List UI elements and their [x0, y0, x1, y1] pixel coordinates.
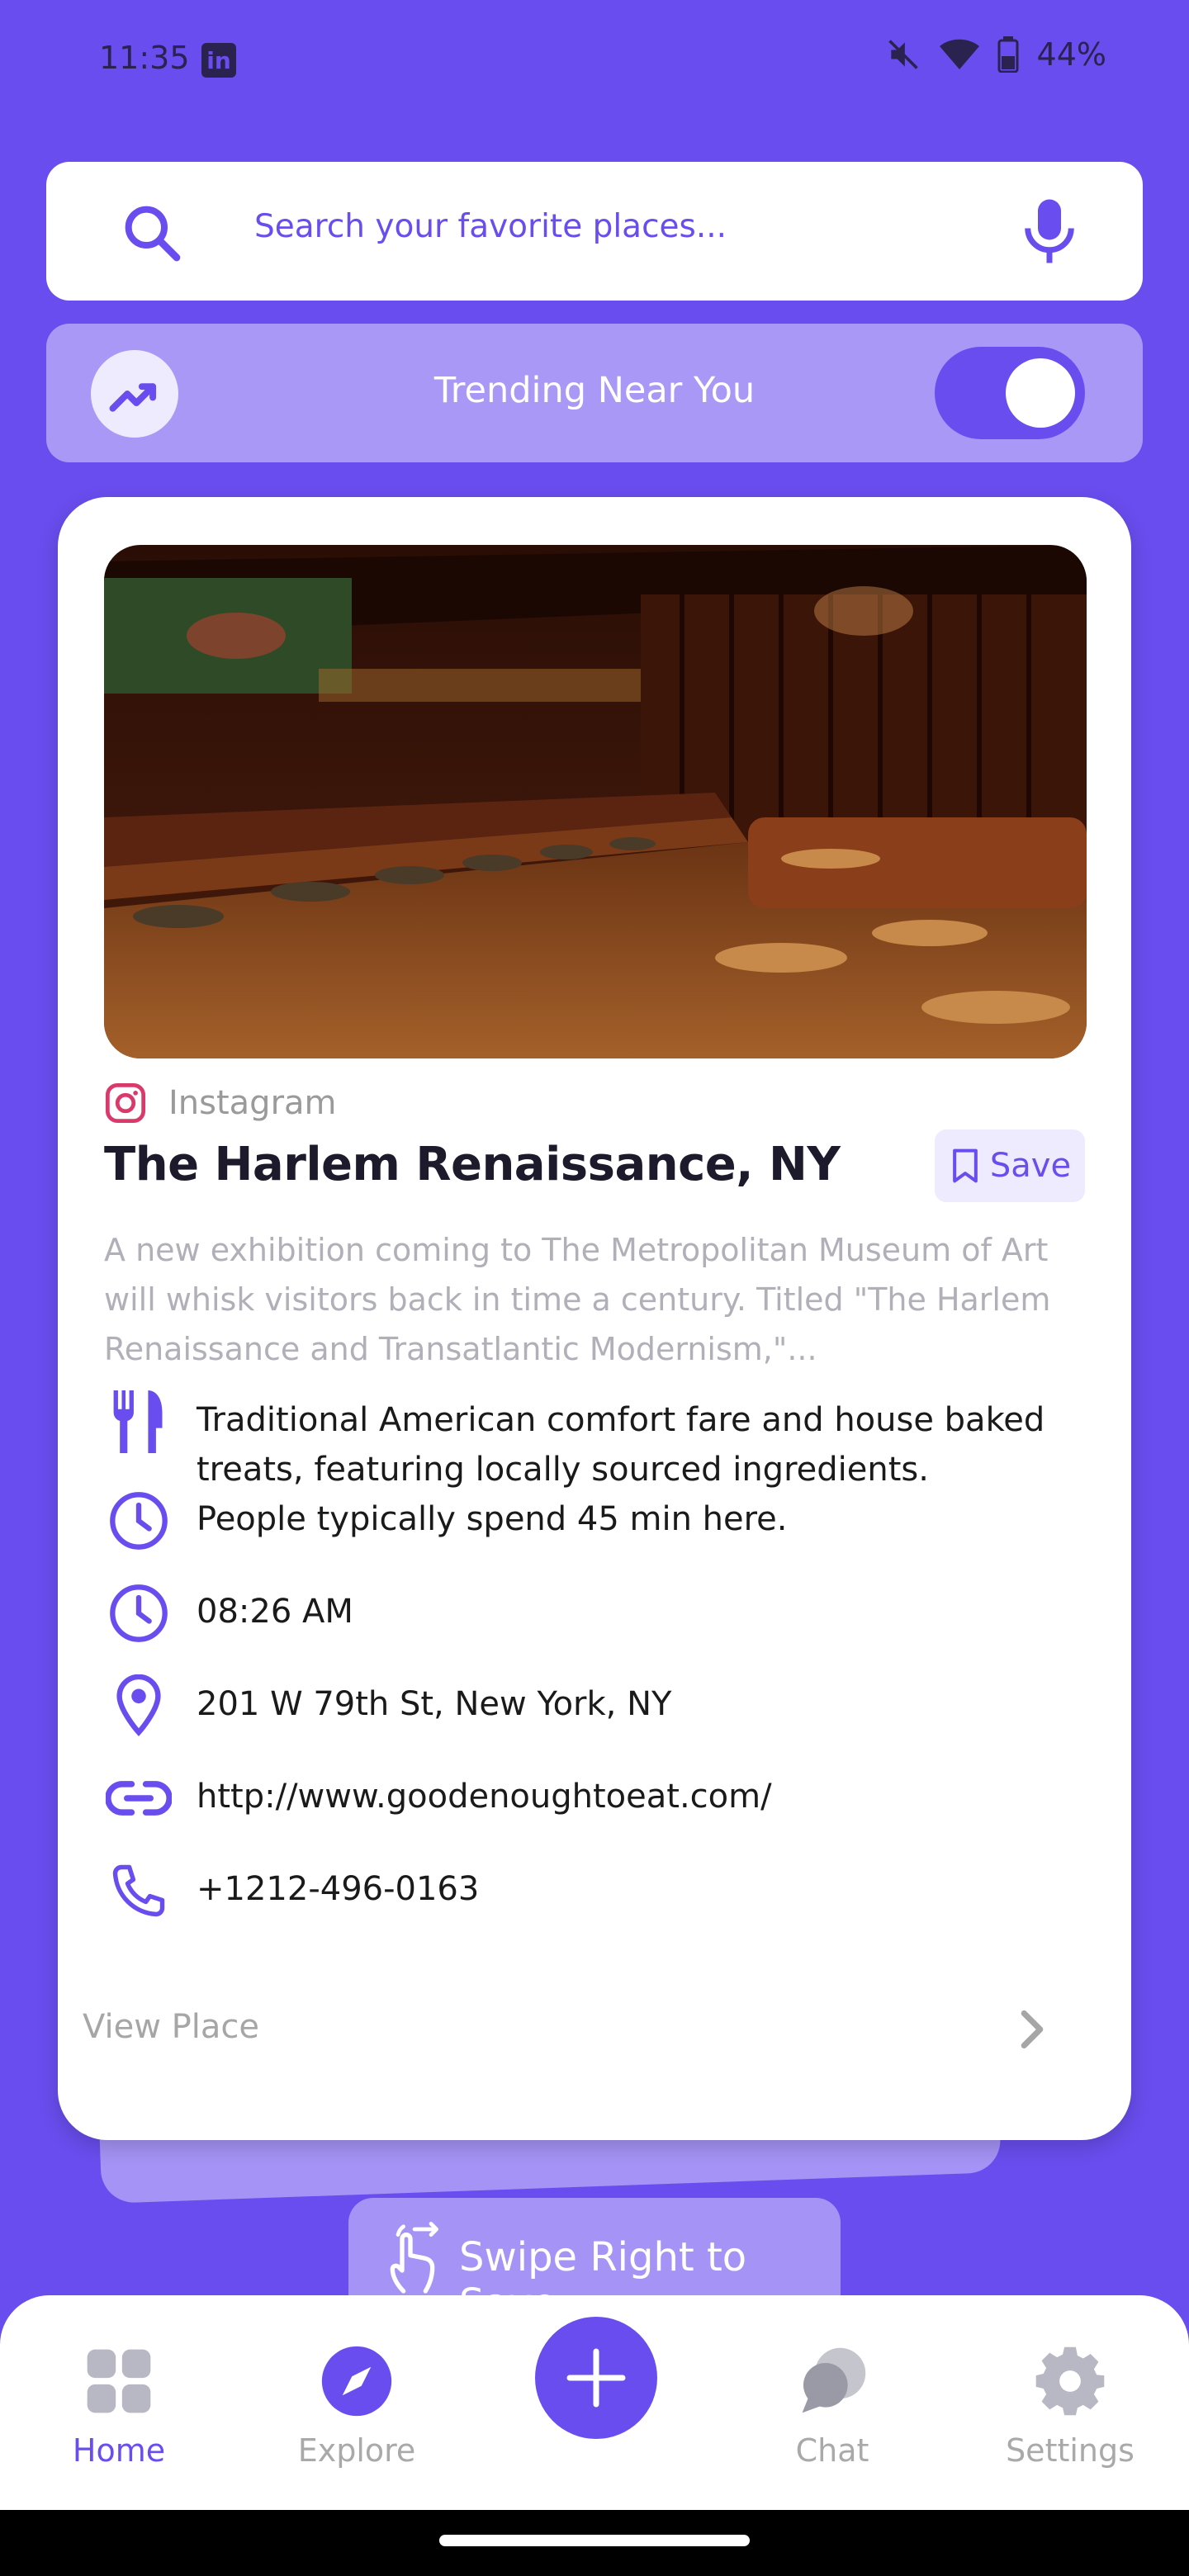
bottom-navigation: Home Explore Chat Settings: [0, 2295, 1189, 2510]
plus-icon: [566, 2348, 626, 2408]
mute-icon: [888, 40, 918, 69]
toggle-knob: [1006, 358, 1075, 428]
trending-bar: Trending Near You: [46, 324, 1143, 462]
home-indicator[interactable]: [439, 2535, 750, 2546]
address-text: 201 W 79th St, New York, NY: [197, 1685, 672, 1723]
phone-row[interactable]: +1212-496-0163: [104, 1856, 1095, 1925]
chat-icon: [741, 2340, 923, 2422]
clock-icon: [104, 1579, 173, 1648]
grid-icon: [28, 2340, 210, 2422]
duration-row: People typically spend 45 min here.: [104, 1486, 1095, 1556]
nav-label-home: Home: [72, 2432, 166, 2469]
swipe-hand-icon: [390, 2221, 438, 2294]
status-icons: 44%: [885, 36, 1106, 73]
chevron-right-icon[interactable]: [1016, 2008, 1049, 2051]
status-bar: 11:35 in 44%: [0, 0, 1189, 124]
search-icon: [125, 206, 181, 262]
gear-icon: [979, 2340, 1161, 2422]
place-description: A new exhibition coming to The Metropoli…: [104, 1232, 1051, 1367]
place-photo: [104, 545, 1087, 1058]
link-icon: [104, 1764, 173, 1833]
phone-icon: [104, 1856, 173, 1925]
clock-icon: [104, 1486, 173, 1556]
search-bar[interactable]: Search your favorite places...: [46, 162, 1143, 301]
duration-text: People typically spend 45 min here.: [197, 1500, 788, 1538]
save-button[interactable]: Save: [935, 1129, 1085, 1202]
address-row[interactable]: 201 W 79th St, New York, NY: [104, 1671, 1095, 1740]
location-pin-icon: [104, 1671, 173, 1740]
instagram-icon: [105, 1082, 146, 1124]
nav-item-home[interactable]: Home: [28, 2340, 210, 2469]
trending-toggle[interactable]: [935, 347, 1085, 439]
search-input[interactable]: Search your favorite places...: [254, 208, 727, 245]
cuisine-text: Traditional American comfort fare and ho…: [197, 1401, 1045, 1489]
website-row[interactable]: http://www.goodenoughtoeat.com/: [104, 1764, 1095, 1833]
battery-percent: 44%: [1036, 36, 1106, 73]
nav-label-explore: Explore: [297, 2432, 416, 2469]
view-place-link[interactable]: View Place: [83, 2008, 259, 2046]
time-row: 08:26 AM: [104, 1579, 1095, 1648]
place-title: The Harlem Renaissance, NY: [104, 1138, 841, 1191]
swipe-hint: Swipe Right to Save: [348, 2198, 841, 2327]
wifi-icon: [939, 39, 979, 69]
place-card[interactable]: Instagram The Harlem Renaissance, NY Sav…: [58, 497, 1131, 2140]
website-link[interactable]: http://www.goodenoughtoeat.com/: [197, 1764, 772, 1821]
linkedin-notification-icon: in: [201, 43, 236, 78]
cuisine-row: Traditional American comfort fare and ho…: [104, 1387, 1095, 1494]
save-label: Save: [989, 1147, 1072, 1185]
compass-icon: [266, 2340, 448, 2422]
source-label: Instagram: [168, 1084, 337, 1122]
source-row: Instagram: [104, 1080, 337, 1126]
bookmark-icon: [953, 1148, 978, 1183]
time-text: 08:26 AM: [197, 1593, 353, 1631]
microphone-icon[interactable]: [1021, 197, 1078, 266]
nav-item-explore[interactable]: Explore: [266, 2340, 448, 2469]
system-navigation-bar: [0, 2510, 1189, 2576]
nav-label-settings: Settings: [1006, 2432, 1135, 2469]
status-time: 11:35: [99, 40, 190, 76]
battery-icon: [997, 36, 1019, 73]
phone-link[interactable]: +1212-496-0163: [197, 1856, 479, 1914]
nav-label-chat: Chat: [795, 2432, 869, 2469]
nav-item-settings[interactable]: Settings: [979, 2340, 1161, 2469]
cutlery-icon: [104, 1387, 173, 1456]
add-button[interactable]: [535, 2317, 657, 2439]
nav-item-chat[interactable]: Chat: [741, 2340, 923, 2469]
